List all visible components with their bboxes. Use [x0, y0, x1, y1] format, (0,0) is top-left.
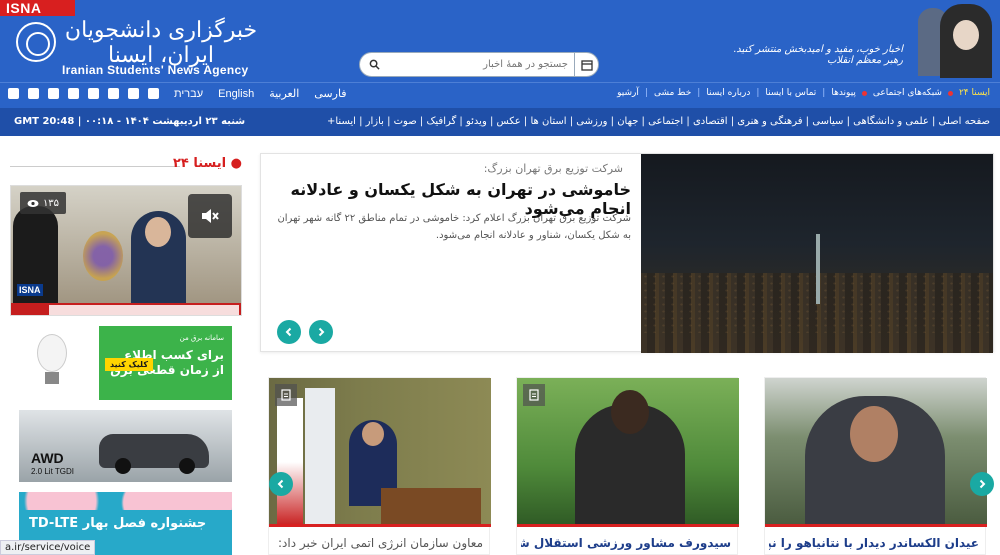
search-icon[interactable]	[364, 55, 384, 75]
ad-power-outage[interactable]: سامانه برق من برای کسب اطلاع از زمان قطع…	[19, 326, 232, 400]
link-links[interactable]: پیوندها	[831, 88, 856, 98]
news-card[interactable]: معاون سازمان انرژی اتمی ایران خبر داد:	[268, 377, 491, 555]
link-isna24[interactable]: ایسنا ۲۴	[959, 88, 990, 98]
leaders-portrait	[918, 4, 994, 78]
lang-english[interactable]: English	[218, 88, 254, 100]
slogan: اخبار خوب، مفید و امیدبخش منتشر کنید. ره…	[733, 44, 903, 66]
top-nav: עברית English العربية فارسی آرشیو | خط م…	[0, 82, 1000, 108]
video-brand: ISNA	[17, 284, 43, 296]
calendar-icon[interactable]	[574, 52, 598, 77]
views-badge: ۱۳۵	[20, 192, 66, 214]
news-card[interactable]: سیدورف مشاور ورزشی استقلال شد	[516, 377, 739, 555]
news-card-title[interactable]: عیدان الکساندر دیدار با نتانیاهو را نپذی…	[769, 536, 979, 550]
chevron-left-icon[interactable]	[277, 320, 301, 344]
link-archive[interactable]: آرشیو	[617, 88, 639, 98]
news-card-image[interactable]	[517, 378, 739, 526]
document-icon	[275, 384, 297, 406]
language-bar: עברית English العربية فارسی	[8, 87, 347, 100]
dot-icon	[947, 90, 953, 96]
eye-icon	[27, 199, 39, 207]
lead-story[interactable]: شرکت توزیع برق تهران بزرگ: خاموشی در تهر…	[260, 153, 994, 353]
category-nav: GMT 20:48 | شنبه ۲۳ اردیبهشت ۱۴۰۴ - ۰۰:۱…	[0, 108, 1000, 136]
telegram-icon[interactable]	[88, 88, 99, 99]
news-card-image[interactable]	[269, 378, 491, 526]
twitter-icon[interactable]	[48, 88, 59, 99]
chevron-left-icon[interactable]	[269, 472, 293, 496]
news-card-title[interactable]: سیدورف مشاور ورزشی استقلال شد	[521, 536, 731, 550]
instagram-icon[interactable]	[68, 88, 79, 99]
news-card-image[interactable]	[765, 378, 987, 526]
lang-hebrew[interactable]: עברית	[174, 88, 203, 100]
brand-tag[interactable]: ISNA	[0, 0, 75, 16]
logo-english[interactable]: Iranian Students' News Agency	[62, 63, 249, 77]
chevron-right-icon[interactable]	[970, 472, 994, 496]
windows-icon[interactable]	[8, 88, 19, 99]
jahad-emblem-icon	[16, 22, 56, 62]
lead-kicker: شرکت توزیع برق تهران بزرگ:	[483, 162, 623, 175]
date-time: GMT 20:48 | شنبه ۲۳ اردیبهشت ۱۴۰۴ - ۰۰:۱…	[14, 116, 246, 127]
link-policy[interactable]: خط مشی	[654, 88, 691, 98]
news-card-title[interactable]: معاون سازمان انرژی اتمی ایران خبر داد:	[273, 536, 483, 550]
isna24-title[interactable]: ● ایسنا ۲۴	[173, 156, 242, 171]
lang-farsi[interactable]: فارسی	[314, 87, 346, 100]
sidebar-header: ● ایسنا ۲۴	[10, 156, 242, 176]
search-input[interactable]	[384, 53, 574, 76]
top-links: آرشیو | خط مشی | درباره ایسنا | تماس با …	[617, 88, 990, 98]
ad-car[interactable]: AWD 2.0 Lit TGDI	[19, 410, 232, 482]
bulb-icon	[37, 334, 67, 372]
portrait-2	[940, 4, 992, 78]
apple-icon[interactable]	[128, 88, 139, 99]
lang-arabic[interactable]: العربية	[269, 87, 299, 100]
lead-photo[interactable]	[641, 154, 993, 353]
link-about[interactable]: درباره ایسنا	[706, 88, 750, 98]
lead-summary: شرکت توزیع برق تهران بزرگ اعلام کرد: خام…	[277, 213, 631, 241]
link-social[interactable]: شبکه‌های اجتماعی	[873, 88, 942, 98]
document-icon	[523, 384, 545, 406]
tv-icon[interactable]	[148, 88, 159, 99]
mute-icon[interactable]	[188, 194, 232, 238]
chevron-right-icon[interactable]	[309, 320, 333, 344]
status-url: a.ir/service/voice	[0, 540, 96, 555]
facebook-icon[interactable]	[28, 88, 39, 99]
dot-icon	[861, 90, 867, 96]
android-icon[interactable]	[108, 88, 119, 99]
logo-persian[interactable]: خبرگزاری دانشجویان ایران، ایسنا	[60, 18, 262, 68]
search-box[interactable]	[359, 52, 599, 77]
sidebar: ● ایسنا ۲۴ ISNA ۱۳۵ سامانه برق من برای ک…	[0, 150, 242, 555]
category-links[interactable]: صفحه اصلی | علمی و دانشگاهی | سیاسی | فر…	[327, 116, 990, 127]
ad-click-button[interactable]: کلیک کنید	[105, 358, 153, 371]
page: ISNA خبرگزاری دانشجویان ایران، ایسنا Ira…	[0, 0, 1000, 555]
divider	[10, 166, 180, 167]
site-header: ISNA خبرگزاری دانشجویان ایران، ایسنا Ira…	[0, 0, 1000, 82]
news-card[interactable]: عیدان الکساندر دیدار با نتانیاهو را نپذی…	[764, 377, 987, 555]
link-contact[interactable]: تماس با ایسنا	[765, 88, 816, 98]
